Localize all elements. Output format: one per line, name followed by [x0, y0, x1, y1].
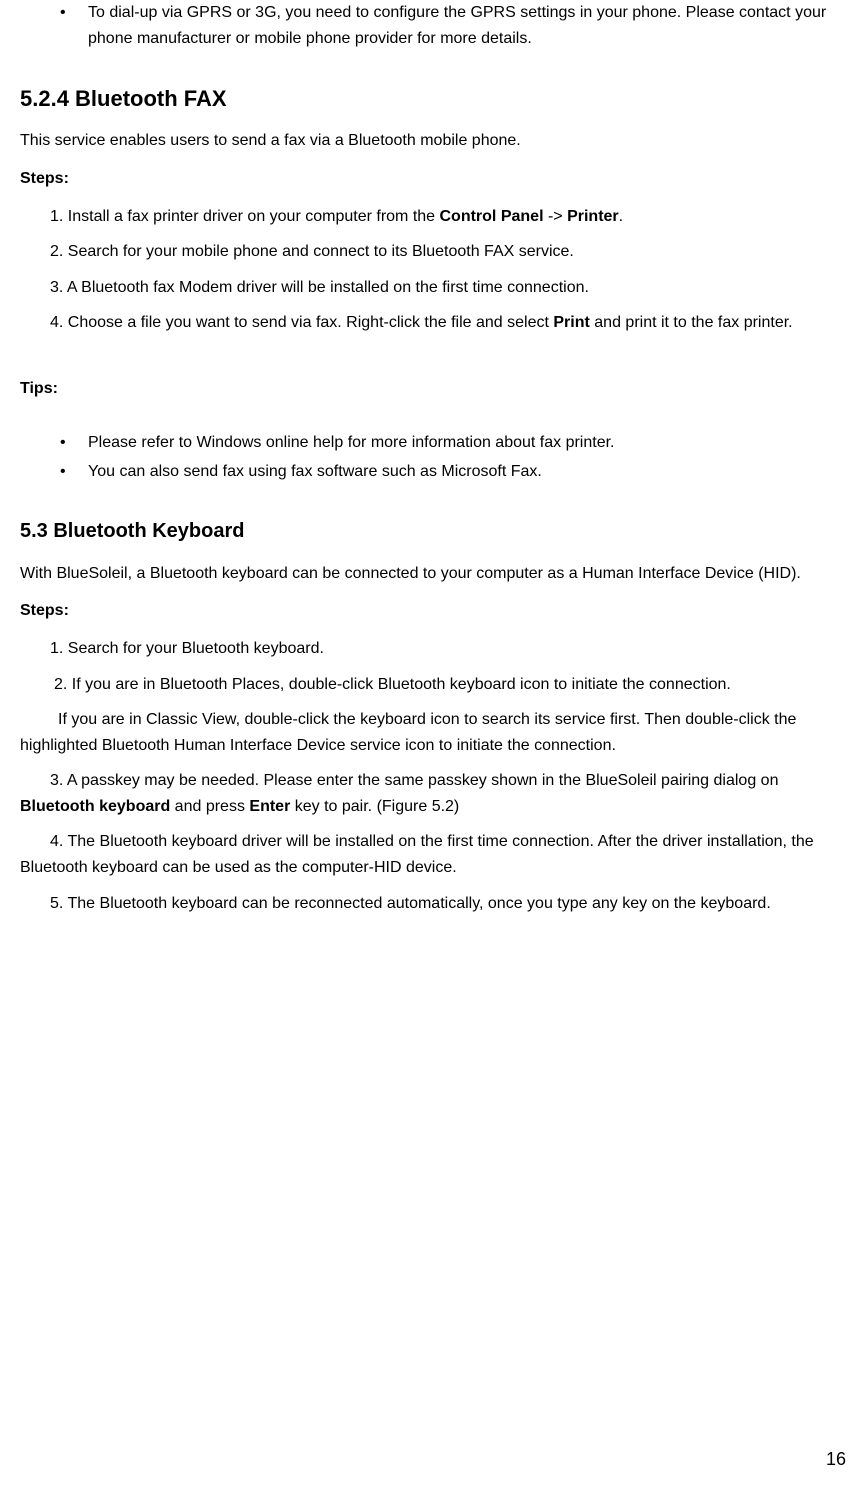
intro-53: With BlueSoleil, a Bluetooth keyboard ca…: [20, 561, 844, 587]
bullet-marker: •: [60, 430, 88, 456]
step-524-3: 3. A Bluetooth fax Modem driver will be …: [20, 275, 844, 301]
tip-text: You can also send fax using fax software…: [88, 459, 844, 485]
intro-524: This service enables users to send a fax…: [20, 128, 844, 154]
steps-label-524: Steps:: [20, 166, 844, 192]
step-53-2: 2. If you are in Bluetooth Places, doubl…: [20, 672, 844, 698]
tips-label-524: Tips:: [20, 376, 844, 402]
bullet-gprs: • To dial-up via GPRS or 3G, you need to…: [20, 0, 844, 51]
heading-524: 5.2.4 Bluetooth FAX: [20, 81, 844, 116]
step-53-4: 4. The Bluetooth keyboard driver will be…: [20, 829, 844, 880]
tip-524-1: • Please refer to Windows online help fo…: [20, 430, 844, 456]
steps-label-53: Steps:: [20, 598, 844, 624]
step-524-4: 4. Choose a file you want to send via fa…: [20, 310, 844, 336]
tip-text: Please refer to Windows online help for …: [88, 430, 844, 456]
heading-53: 5.3 Bluetooth Keyboard: [20, 515, 844, 547]
step-53-2b: If you are in Classic View, double-click…: [20, 707, 844, 758]
page-number: 16: [826, 1445, 846, 1474]
bullet-marker: •: [60, 0, 88, 51]
tip-524-2: • You can also send fax using fax softwa…: [20, 459, 844, 485]
step-53-3: 3. A passkey may be needed. Please enter…: [20, 768, 844, 819]
step-524-2: 2. Search for your mobile phone and conn…: [20, 239, 844, 265]
step-53-5: 5. The Bluetooth keyboard can be reconne…: [20, 891, 844, 917]
step-53-1: 1. Search for your Bluetooth keyboard.: [20, 636, 844, 662]
bullet-text: To dial-up via GPRS or 3G, you need to c…: [88, 0, 844, 51]
bullet-marker: •: [60, 459, 88, 485]
step-524-1: 1. Install a fax printer driver on your …: [20, 204, 844, 230]
